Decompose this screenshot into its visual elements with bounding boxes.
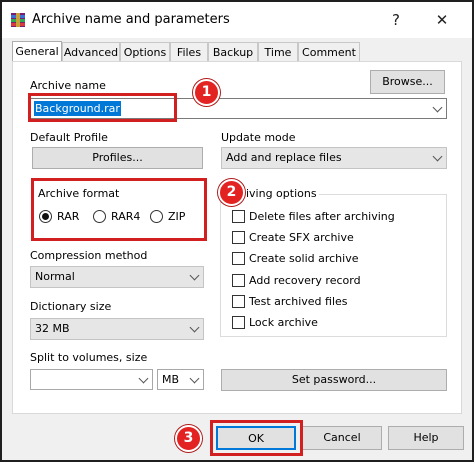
dictionary-size-select[interactable]: 32 MB (30, 318, 204, 340)
compression-method-label: Compression method (30, 249, 148, 262)
step-badge-2: 2 (218, 179, 245, 206)
tab-advanced[interactable]: Advanced (62, 42, 120, 61)
split-volumes-combo[interactable] (30, 369, 153, 390)
checkbox-create-sfx[interactable] (232, 231, 245, 244)
profiles-button[interactable]: Profiles... (32, 147, 203, 169)
tab-options[interactable]: Options (120, 42, 170, 61)
archive-name-label: Archive name (30, 79, 106, 92)
create-sfx-label: Create SFX archive (249, 231, 354, 244)
update-mode-select[interactable]: Add and replace files (221, 147, 447, 169)
split-volumes-label: Split to volumes, size (30, 351, 148, 364)
archive-name-combo[interactable]: Background.rar (30, 98, 447, 119)
archive-dialog: Archive name and parameters ? ✕ General … (0, 0, 474, 462)
close-button[interactable]: ✕ (432, 10, 452, 30)
recovery-record-label: Add recovery record (249, 274, 361, 287)
checkbox-create-solid[interactable] (232, 252, 245, 265)
chevron-down-icon[interactable] (432, 102, 443, 112)
step-badge-1: 1 (193, 79, 220, 106)
general-panel: Archive name Browse... Background.rar De… (12, 61, 462, 414)
tab-time[interactable]: Time (258, 42, 298, 61)
default-profile-label: Default Profile (30, 131, 108, 144)
chevron-down-icon (432, 151, 443, 162)
dictionary-size-label: Dictionary size (30, 300, 112, 313)
update-mode-label: Update mode (221, 131, 296, 144)
archive-format-label: Archive format (38, 187, 120, 200)
window-title: Archive name and parameters (32, 12, 230, 27)
step-badge-3: 3 (175, 425, 202, 452)
checkbox-lock-archive[interactable] (232, 316, 245, 329)
help-question-button[interactable]: ? (386, 10, 406, 30)
help-button[interactable]: Help (388, 426, 464, 450)
ok-button[interactable]: OK (216, 426, 296, 450)
lock-archive-label: Lock archive (249, 316, 318, 329)
chevron-down-icon (189, 373, 200, 383)
title-bar: Archive name and parameters ? ✕ (2, 2, 472, 38)
browse-button[interactable]: Browse... (370, 70, 445, 94)
archiving-options-label: hiving options (235, 187, 319, 201)
checkbox-recovery-record[interactable] (232, 274, 245, 287)
radio-zip[interactable] (150, 210, 163, 223)
chevron-down-icon (189, 270, 200, 281)
tab-comment[interactable]: Comment (298, 42, 360, 61)
tab-general[interactable]: General (12, 41, 62, 62)
cancel-button[interactable]: Cancel (302, 426, 382, 450)
set-password-button[interactable]: Set password... (221, 369, 447, 391)
radio-zip-label: ZIP (168, 210, 186, 223)
radio-rar[interactable] (39, 210, 52, 223)
compression-method-select[interactable]: Normal (30, 266, 204, 288)
delete-files-label: Delete files after archiving (249, 210, 395, 223)
create-solid-label: Create solid archive (249, 252, 359, 265)
tab-backup[interactable]: Backup (208, 42, 258, 61)
compression-method-value: Normal (35, 270, 75, 283)
update-mode-value: Add and replace files (226, 151, 342, 164)
tab-files[interactable]: Files (170, 42, 208, 61)
radio-rar4[interactable] (93, 210, 106, 223)
chevron-down-icon (138, 373, 149, 383)
chevron-down-icon (189, 322, 200, 333)
radio-rar-label: RAR (57, 210, 80, 223)
winrar-icon (11, 13, 25, 27)
split-unit-select[interactable]: MB (157, 369, 204, 390)
archive-name-value: Background.rar (34, 101, 121, 116)
split-unit-value: MB (162, 373, 180, 386)
checkbox-delete-files[interactable] (232, 210, 245, 223)
test-files-label: Test archived files (249, 295, 348, 308)
dictionary-size-value: 32 MB (35, 322, 70, 335)
radio-rar4-label: RAR4 (111, 210, 141, 223)
checkbox-test-files[interactable] (232, 295, 245, 308)
